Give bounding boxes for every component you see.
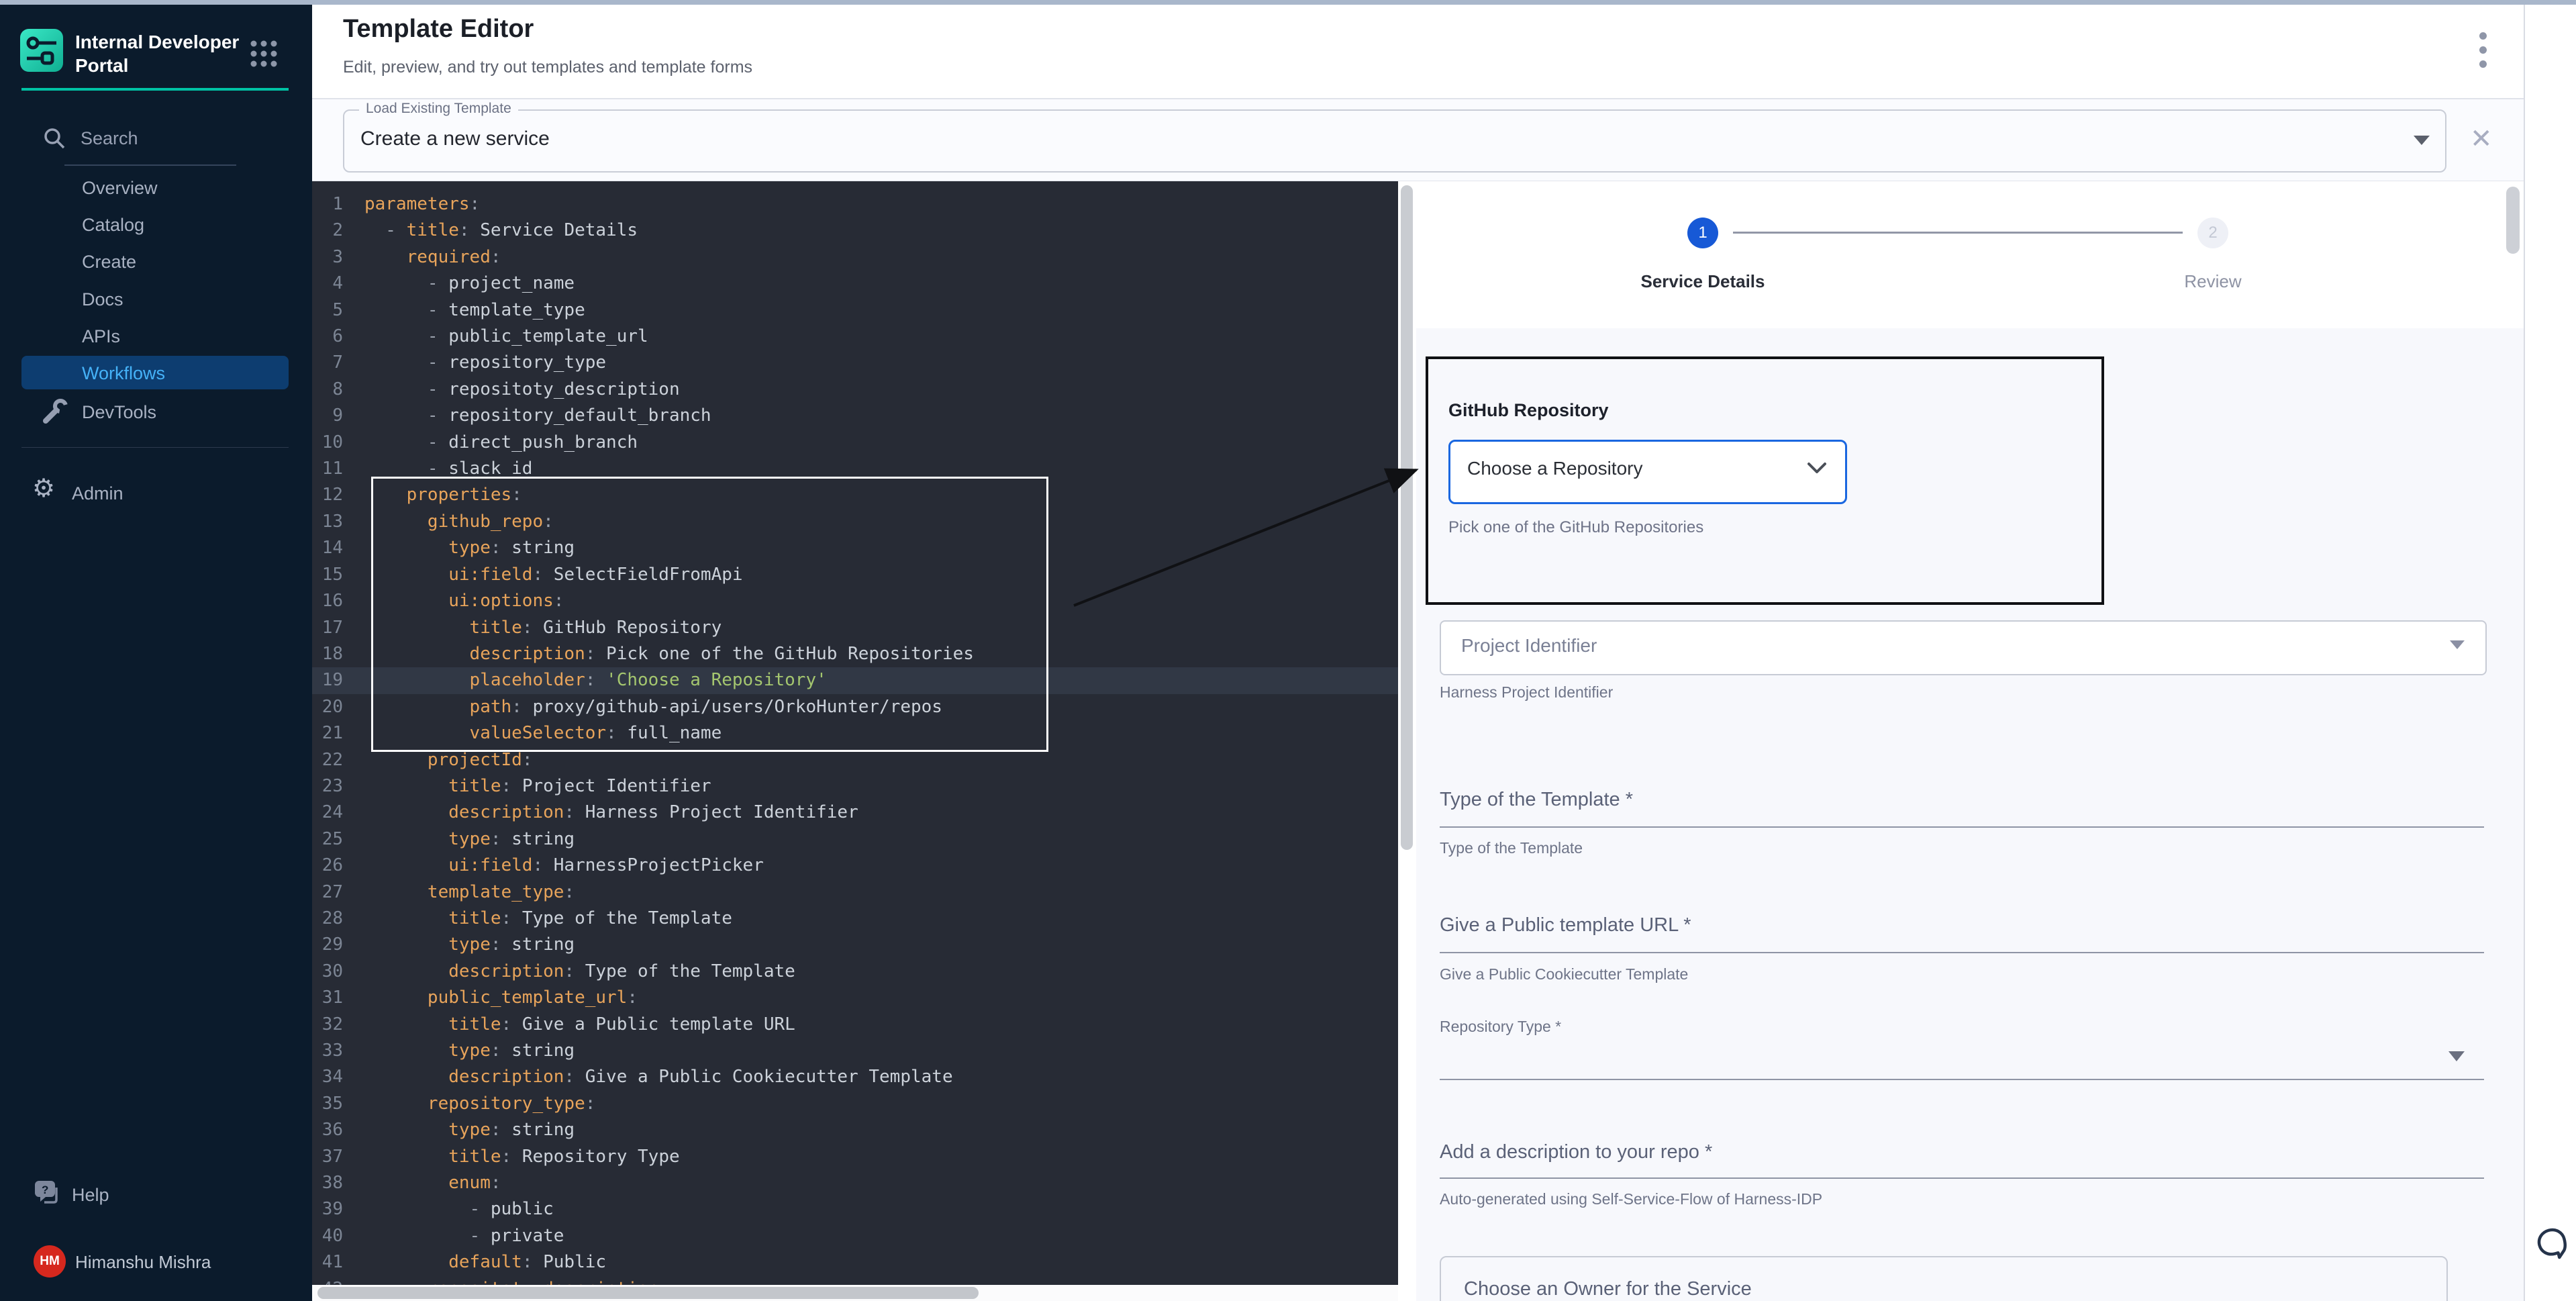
editor-horizontal-scrollbar[interactable]: [312, 1285, 1398, 1301]
chevron-down-icon: [1807, 462, 1827, 475]
load-template-select[interactable]: [343, 109, 2446, 173]
help-chat-icon: ?: [34, 1179, 62, 1208]
app-switcher-icon[interactable]: [250, 40, 278, 68]
code-line: 2 - title: Service Details: [312, 218, 1398, 244]
template-type-underline: [1440, 826, 2484, 828]
project-identifier-placeholder: Project Identifier: [1461, 635, 1597, 657]
code-line: 29 type: string: [312, 932, 1398, 958]
sidebar-item-workflows[interactable]: Workflows: [21, 356, 289, 389]
code-line: 33 type: string: [312, 1038, 1398, 1064]
window-top-strip: [0, 0, 2576, 5]
code-line: 7 - repository_type: [312, 350, 1398, 376]
stepper-connector: [1733, 232, 2183, 234]
repo-description-underline: [1440, 1177, 2484, 1179]
code-line: 9 - repository_default_branch: [312, 403, 1398, 429]
project-identifier-hint: Harness Project Identifier: [1440, 683, 1613, 702]
dropdown-caret-icon: [2450, 640, 2465, 649]
template-type-field[interactable]: Type of the Template *: [1440, 789, 1633, 811]
template-url-underline: [1440, 952, 2484, 953]
sidebar-item-overview[interactable]: Overview: [0, 169, 312, 205]
clear-template-button[interactable]: ✕: [2470, 124, 2493, 154]
dropdown-caret-icon: [2448, 1051, 2465, 1061]
page-title: Template Editor: [343, 15, 534, 44]
code-line: 24 description: Harness Project Identifi…: [312, 800, 1398, 826]
avatar: HM: [34, 1245, 66, 1278]
dropdown-caret-icon: [2414, 136, 2430, 145]
template-type-hint: Type of the Template: [1440, 839, 1583, 857]
code-line: 31 public_template_url:: [312, 985, 1398, 1011]
idp-logo-icon: [20, 29, 63, 72]
app-title: Internal Developer Portal: [75, 30, 243, 77]
stepper-step-1[interactable]: 1: [1687, 218, 1718, 248]
gear-icon: ⚙: [32, 476, 55, 501]
sidebar-item-create[interactable]: Create: [0, 243, 312, 279]
repository-type-label: Repository Type *: [1440, 1018, 1561, 1036]
code-line: 27 template_type:: [312, 879, 1398, 906]
user-menu[interactable]: HM Himanshu Mishra: [0, 1243, 312, 1280]
sidebar-item-docs[interactable]: Docs: [0, 281, 312, 317]
editor-scroll-gutter: [1398, 181, 1416, 1301]
code-line: 28 title: Type of the Template: [312, 906, 1398, 932]
code-line: 8 - repositoty_description: [312, 377, 1398, 403]
search-icon: [42, 126, 67, 151]
code-line: 34 description: Give a Public Cookiecutt…: [312, 1064, 1398, 1090]
code-line: 1parameters:: [312, 191, 1398, 218]
template-url-field[interactable]: Give a Public template URL *: [1440, 914, 1691, 936]
code-line: 40 - private: [312, 1223, 1398, 1249]
code-line: 6 - public_template_url: [312, 324, 1398, 350]
github-repository-label: GitHub Repository: [1448, 400, 1609, 421]
chat-feedback-icon[interactable]: [2536, 1226, 2569, 1263]
page-vscroll-thumb[interactable]: [2506, 187, 2520, 254]
page-header: [312, 5, 2524, 99]
yaml-code-editor[interactable]: 1parameters:2 - title: Service Details3 …: [312, 181, 1398, 1301]
code-line: 39 - public: [312, 1196, 1398, 1222]
stepper-step-2[interactable]: 2: [2197, 218, 2228, 248]
repo-description-field[interactable]: Add a description to your repo *: [1440, 1141, 1712, 1163]
template-editor-page: Internal Developer Portal Search Overvie…: [0, 0, 2576, 1301]
wrench-icon: [42, 398, 68, 425]
code-line: 3 required:: [312, 244, 1398, 271]
sidebar-item-catalog[interactable]: Catalog: [0, 206, 312, 242]
stepper-label-service-details: Service Details: [1602, 271, 1803, 292]
editor-hscroll-thumb[interactable]: [317, 1287, 979, 1299]
code-line: 37 title: Repository Type: [312, 1144, 1398, 1170]
code-line: 30 description: Type of the Template: [312, 959, 1398, 985]
stepper-label-review: Review: [2112, 271, 2314, 292]
sidebar-item-devtools[interactable]: DevTools: [0, 393, 312, 430]
editor-vscroll-thumb[interactable]: [1401, 185, 1413, 850]
sidebar-accent-divider: [21, 88, 289, 91]
repo-description-hint: Auto-generated using Self-Service-Flow o…: [1440, 1190, 1822, 1208]
search-input[interactable]: Search: [81, 128, 138, 149]
sidebar-item-apis[interactable]: APIs: [0, 318, 312, 354]
github-repository-select-value: Choose a Repository: [1467, 458, 1642, 479]
repository-type-select[interactable]: [1440, 1079, 2484, 1080]
search-underline: [64, 164, 236, 166]
sidebar: Internal Developer Portal Search Overvie…: [0, 5, 312, 1301]
page-right-gutter: [2524, 5, 2576, 1301]
more-options-button[interactable]: [2479, 32, 2487, 75]
template-url-hint: Give a Public Cookiecutter Template: [1440, 965, 1688, 983]
sidebar-item-help[interactable]: ? Help: [0, 1176, 312, 1212]
code-line: 25 type: string: [312, 826, 1398, 853]
page-subtitle: Edit, preview, and try out templates and…: [343, 58, 752, 77]
load-template-label: Load Existing Template: [359, 101, 518, 117]
github-repository-hint: Pick one of the GitHub Repositories: [1448, 518, 1703, 537]
svg-text:?: ?: [42, 1184, 48, 1196]
sidebar-divider: [21, 447, 289, 448]
load-template-value: Create a new service: [360, 128, 550, 150]
code-line: 32 title: Give a Public template URL: [312, 1012, 1398, 1038]
code-highlight-box: [371, 477, 1048, 752]
code-line: 35 repository_type:: [312, 1091, 1398, 1117]
code-line: 4 - project_name: [312, 271, 1398, 297]
code-line: 23 title: Project Identifier: [312, 773, 1398, 800]
code-line: 10 - direct_push_branch: [312, 430, 1398, 456]
owner-select-placeholder: Choose an Owner for the Service: [1464, 1278, 1752, 1300]
code-line: 26 ui:field: HarnessProjectPicker: [312, 853, 1398, 879]
code-line: 36 type: string: [312, 1117, 1398, 1143]
code-line: 38 enum:: [312, 1170, 1398, 1196]
user-name: Himanshu Mishra: [75, 1252, 211, 1273]
sidebar-item-admin[interactable]: ⚙ Admin: [0, 475, 312, 511]
code-line: 41 default: Public: [312, 1249, 1398, 1275]
code-line: 5 - template_type: [312, 297, 1398, 324]
